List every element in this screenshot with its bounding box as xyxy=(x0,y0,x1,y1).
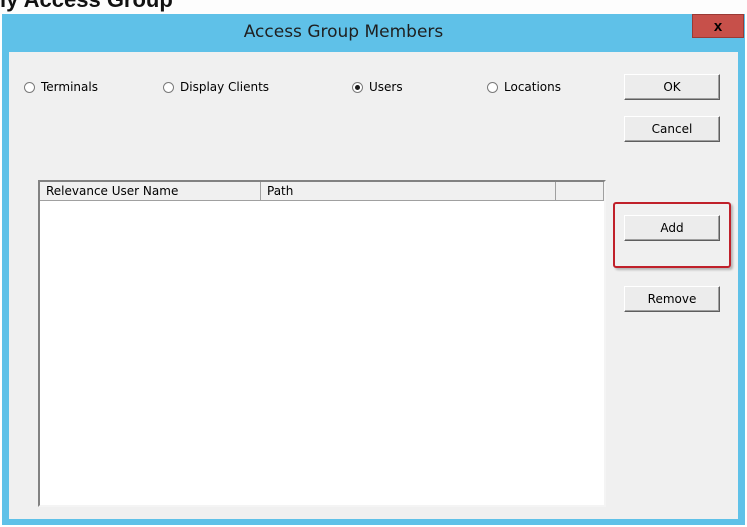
radio-circle-icon xyxy=(24,81,35,93)
background-caption: ly Access Group xyxy=(0,0,747,14)
window-title: Access Group Members xyxy=(243,22,444,42)
close-button[interactable]: x xyxy=(692,14,744,38)
radio-label: Display Clients xyxy=(180,80,270,94)
column-header-relevance-user-name[interactable]: Relevance User Name xyxy=(40,182,261,200)
column-header-path[interactable]: Path xyxy=(261,182,556,200)
radio-users[interactable]: Users xyxy=(352,80,403,94)
radio-locations[interactable]: Locations xyxy=(487,80,561,94)
cancel-button[interactable]: Cancel xyxy=(624,116,720,142)
radio-circle-icon xyxy=(487,81,498,93)
close-icon: x xyxy=(713,17,723,35)
access-group-members-dialog: Access Group Members x Terminals Display… xyxy=(2,14,745,525)
radio-label: Users xyxy=(369,80,403,94)
members-list[interactable]: Relevance User Name Path xyxy=(38,180,606,507)
radio-terminals[interactable]: Terminals xyxy=(24,80,98,94)
radio-selected-icon xyxy=(352,81,363,93)
remove-button[interactable]: Remove xyxy=(624,286,720,312)
background-caption-text: ly Access Group xyxy=(0,0,173,13)
ok-button[interactable]: OK xyxy=(624,74,720,100)
add-button[interactable]: Add xyxy=(624,215,720,241)
title-bar[interactable]: Access Group Members x xyxy=(2,14,745,52)
radio-display-clients[interactable]: Display Clients xyxy=(163,80,269,94)
list-header: Relevance User Name Path xyxy=(40,182,604,201)
radio-circle-icon xyxy=(163,81,174,93)
radio-label: Locations xyxy=(504,80,562,94)
dialog-client-area: Terminals Display Clients Users Location… xyxy=(9,52,738,519)
radio-label: Terminals xyxy=(41,80,98,94)
column-header-empty[interactable] xyxy=(556,182,604,200)
